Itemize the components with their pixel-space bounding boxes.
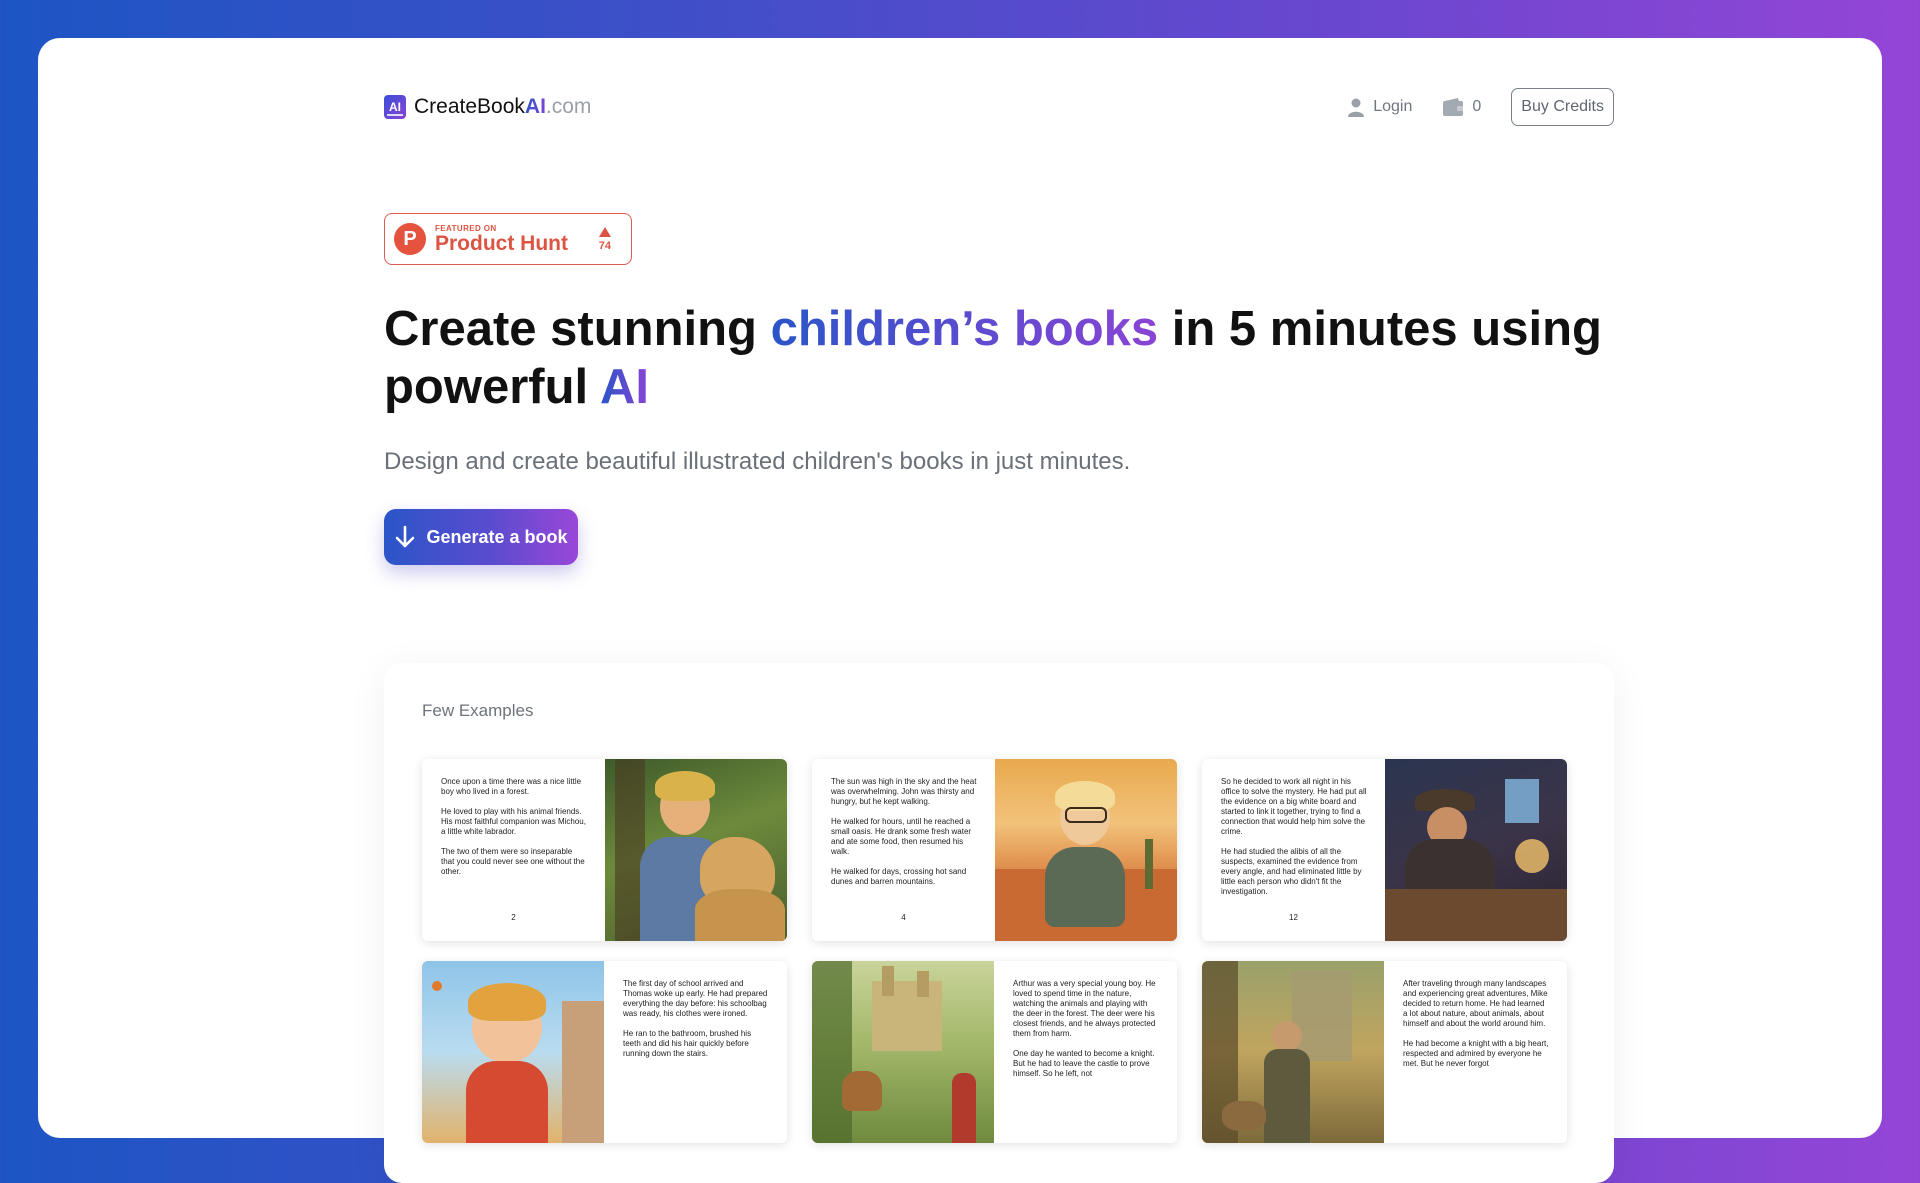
upvote-count: 74 — [598, 239, 611, 252]
hero-title-part1: Create stunning — [384, 302, 771, 356]
book-paragraph: One day he wanted to become a knight. Bu… — [1013, 1049, 1155, 1078]
book-paragraph: He had become a knight with a big heart,… — [1403, 1039, 1549, 1068]
logo-mark-text: AI — [389, 100, 401, 114]
castle-and-deer-illustration — [812, 961, 994, 1143]
user-icon — [1348, 98, 1365, 117]
product-hunt-logo-letter: P — [403, 227, 417, 250]
page-number: 12 — [1289, 913, 1298, 922]
boy-with-dog-illustration — [605, 759, 787, 941]
book-text-page: After traveling through many landscapes … — [1384, 961, 1567, 1143]
upvote-counter: 74 — [598, 226, 611, 252]
page-number: 2 — [511, 913, 516, 922]
hero-title: Create stunning children’s books in 5 mi… — [384, 300, 1624, 416]
book-paragraph: After traveling through many landscapes … — [1403, 979, 1548, 1028]
example-book[interactable]: The sun was high in the sky and the heat… — [812, 759, 1177, 941]
content-container: AI CreateBookAI.com Login 0 Buy Credits … — [384, 38, 1614, 1183]
examples-section: Few Examples Once upon a time there was … — [384, 663, 1614, 1183]
arrow-down-icon — [396, 525, 415, 548]
book-paragraph: He walked for days, crossing hot sand du… — [831, 867, 967, 886]
example-book[interactable]: Arthur was a very special young boy. He … — [812, 961, 1177, 1143]
product-hunt-badge[interactable]: P FEATURED ON Product Hunt 74 — [384, 213, 632, 265]
example-book[interactable]: After traveling through many landscapes … — [1202, 961, 1567, 1143]
knight-with-dog-illustration — [1202, 961, 1384, 1143]
book-paragraph: He ran to the bathroom, brushed his teet… — [623, 1029, 752, 1058]
book-text-page: The first day of school arrived and Thom… — [604, 961, 787, 1143]
wallet-icon — [1443, 98, 1464, 116]
generate-book-button[interactable]: Generate a book — [384, 509, 578, 565]
boy-in-desert-illustration — [995, 759, 1177, 941]
main-card: AI CreateBookAI.com Login 0 Buy Credits … — [38, 38, 1882, 1183]
product-hunt-name: Product Hunt — [435, 231, 568, 255]
example-book[interactable]: So he decided to work all night in his o… — [1202, 759, 1567, 941]
happy-boy-illustration — [422, 961, 604, 1143]
book-text-page: Once upon a time there was a nice little… — [422, 759, 605, 941]
logo-text: CreateBook — [414, 95, 525, 118]
product-hunt-logo-icon: P — [394, 223, 426, 255]
examples-title: Few Examples — [422, 701, 534, 720]
login-link[interactable]: Login — [1347, 97, 1412, 117]
logo-book-icon: AI — [384, 95, 406, 119]
credits-count: 0 — [1472, 98, 1482, 115]
example-book[interactable]: Once upon a time there was a nice little… — [422, 759, 787, 941]
book-paragraph: The two of them were so inseparable that… — [441, 847, 585, 876]
book-text-page: The sun was high in the sky and the heat… — [812, 759, 995, 941]
hero-title-highlight: children’s books — [770, 302, 1159, 356]
book-paragraph: He walked for hours, until he reached a … — [831, 817, 972, 856]
header: AI CreateBookAI.com Login 0 Buy Credits — [384, 84, 1614, 130]
buy-credits-button[interactable]: Buy Credits — [1511, 88, 1614, 126]
book-text-page: Arthur was a very special young boy. He … — [994, 961, 1177, 1143]
book-paragraph: The sun was high in the sky and the heat… — [831, 777, 977, 806]
examples-grid: Once upon a time there was a nice little… — [422, 759, 1567, 1143]
book-paragraph: So he decided to work all night in his o… — [1221, 777, 1367, 836]
credits-wallet[interactable]: 0 — [1442, 97, 1481, 117]
logo-ai-text: AI — [524, 95, 546, 118]
upvote-triangle-icon — [598, 226, 611, 237]
hero-subtitle: Design and create beautiful illustrated … — [384, 448, 1131, 475]
product-hunt-text: FEATURED ON Product Hunt — [435, 224, 568, 255]
logo[interactable]: AI CreateBookAI.com — [384, 95, 591, 119]
book-paragraph: Once upon a time there was a nice little… — [441, 777, 582, 796]
login-label: Login — [1373, 98, 1413, 115]
book-paragraph: He had studied the alibis of all the sus… — [1221, 847, 1362, 896]
example-book[interactable]: The first day of school arrived and Thom… — [422, 961, 787, 1143]
logo-domain-text: .com — [545, 95, 592, 118]
book-paragraph: Arthur was a very special young boy. He … — [1013, 979, 1156, 1038]
detective-illustration — [1385, 759, 1567, 941]
hero-title-ai: AI — [599, 360, 649, 414]
book-text-page: So he decided to work all night in his o… — [1202, 759, 1385, 941]
page-number: 4 — [901, 913, 906, 922]
book-paragraph: He loved to play with his animal friends… — [441, 807, 586, 836]
book-paragraph: The first day of school arrived and Thom… — [623, 979, 768, 1018]
generate-book-label: Generate a book — [426, 526, 568, 547]
header-nav: Login 0 Buy Credits — [1347, 88, 1614, 126]
